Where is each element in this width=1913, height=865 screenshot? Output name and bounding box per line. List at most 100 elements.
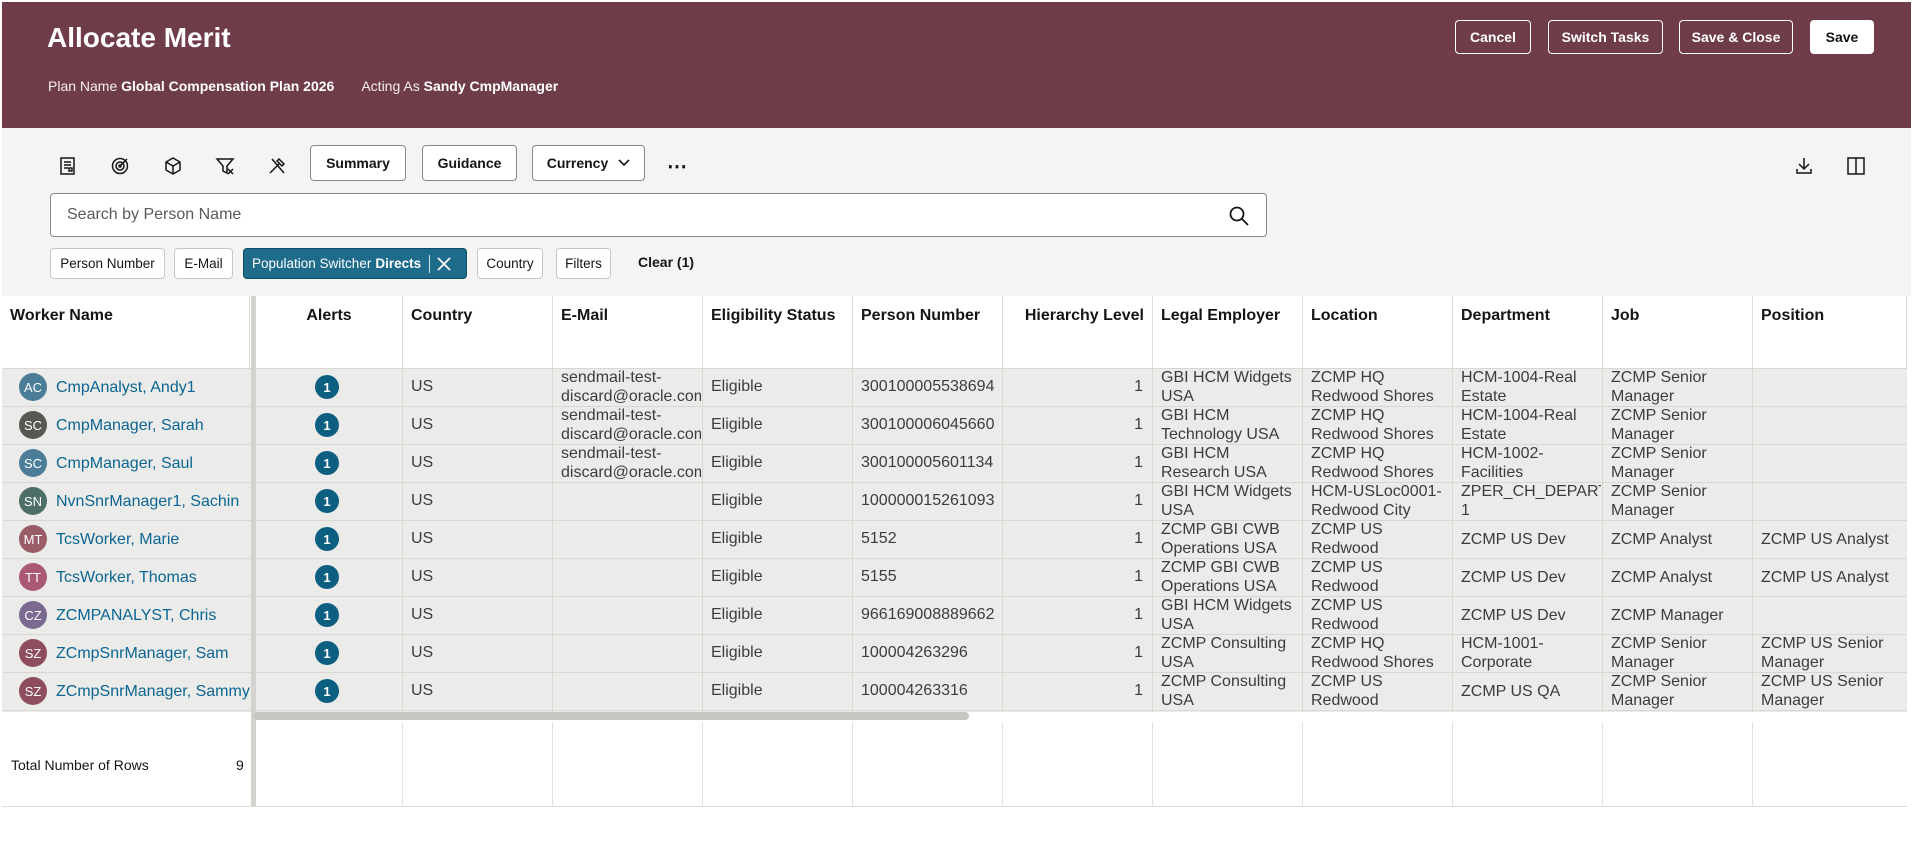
frozen-column-divider[interactable]	[251, 296, 256, 806]
column-header-person-number[interactable]: Person Number	[853, 296, 1003, 368]
filter-icon[interactable]	[210, 151, 240, 181]
alert-count-badge[interactable]: 1	[315, 527, 339, 551]
cell-person-number: 5152	[861, 530, 897, 547]
table-row[interactable]: AC CmpAnalyst, Andy1	[2, 368, 250, 406]
worker-name-link[interactable]: NvnSnrManager1, Sachin	[56, 492, 239, 511]
guidance-button[interactable]: Guidance	[422, 145, 517, 181]
cancel-button[interactable]: Cancel	[1455, 20, 1531, 54]
worker-name-link[interactable]: TcsWorker, Marie	[56, 530, 179, 549]
avatar: SZ	[19, 639, 47, 667]
clear-filters-link[interactable]: Clear (1)	[638, 254, 694, 270]
worker-name-link[interactable]: ZCmpSnrManager, Sam	[56, 644, 229, 663]
cell-position	[1761, 406, 1905, 444]
cell-legal-employer: GBI HCM Widgets USA	[1161, 483, 1292, 519]
alert-count-badge[interactable]: 1	[315, 565, 339, 589]
chip-person-number[interactable]: Person Number	[50, 248, 165, 279]
horizontal-scrollbar[interactable]	[253, 712, 969, 720]
alert-count-badge[interactable]: 1	[315, 413, 339, 437]
column-header-alerts[interactable]: Alerts	[256, 296, 403, 368]
plan-info: Plan Name Global Compensation Plan 2026 …	[48, 78, 558, 94]
cell-hierarchy-level: 1	[1134, 492, 1143, 509]
avatar: MT	[19, 525, 47, 553]
cell-country: US	[411, 644, 434, 661]
tools-icon[interactable]	[262, 151, 292, 181]
cell-job: ZCMP Senior Manager	[1611, 369, 1707, 405]
table-row[interactable]: CZ ZCMPANALYST, Chris	[2, 596, 250, 634]
table-row[interactable]: SZ ZCmpSnrManager, Sam	[2, 634, 250, 672]
column-header-email[interactable]: E-Mail	[553, 296, 703, 368]
column-header-eligibility-status[interactable]: Eligibility Status	[703, 296, 853, 368]
cell-legal-employer: ZCMP GBI CWB Operations USA	[1161, 521, 1280, 557]
cell-location: ZCMP US Redwood	[1311, 597, 1383, 633]
cell-email	[561, 596, 701, 634]
cell-location: HCM-USLoc0001-Redwood City	[1311, 483, 1442, 519]
table-row[interactable]: SZ ZCmpSnrManager, Sammy	[2, 672, 250, 710]
column-header-position[interactable]: Position	[1753, 296, 1907, 368]
currency-label: Currency	[546, 155, 609, 171]
avatar: SC	[19, 449, 47, 477]
cell-email	[561, 634, 701, 672]
save-and-close-button[interactable]: Save & Close	[1679, 20, 1793, 54]
alert-count-badge[interactable]: 1	[315, 451, 339, 475]
column-header-hierarchy-level[interactable]: Hierarchy Level	[1003, 296, 1153, 368]
table-row[interactable]: TT TcsWorker, Thomas	[2, 558, 250, 596]
worker-name-link[interactable]: CmpManager, Saul	[56, 454, 193, 473]
column-header-department[interactable]: Department	[1453, 296, 1603, 368]
chip-population-switcher-value: Directs	[375, 256, 422, 271]
search-field[interactable]	[50, 193, 1267, 237]
panel-split-icon[interactable]	[1841, 151, 1871, 181]
cell-job: ZCMP Analyst	[1611, 568, 1713, 586]
more-actions-icon[interactable]: ⋯	[662, 151, 692, 181]
column-header-legal-employer[interactable]: Legal Employer	[1153, 296, 1303, 368]
column-header-country[interactable]: Country	[403, 296, 553, 368]
cell-person-number: 100000015261093	[861, 492, 995, 509]
worker-name-link[interactable]: ZCmpSnrManager, Sammy	[56, 682, 250, 701]
column-header-location[interactable]: Location	[1303, 296, 1453, 368]
table-row[interactable]: SC CmpManager, Saul	[2, 444, 250, 482]
summary-button[interactable]: Summary	[310, 145, 406, 181]
plan-name-value: Global Compensation Plan 2026	[121, 78, 335, 94]
alert-count-badge[interactable]: 1	[315, 375, 339, 399]
column-header-job[interactable]: Job	[1603, 296, 1753, 368]
alert-count-badge[interactable]: 1	[315, 603, 339, 627]
remove-filter-icon[interactable]	[437, 256, 451, 271]
cell-legal-employer: ZCMP GBI CWB Operations USA	[1161, 559, 1280, 595]
worker-name-link[interactable]: TcsWorker, Thomas	[56, 568, 197, 587]
table-row[interactable]: SN NvnSnrManager1, Sachin	[2, 482, 250, 520]
cell-eligibility-status: Eligible	[711, 454, 763, 471]
search-icon[interactable]	[1228, 205, 1250, 227]
download-icon[interactable]	[1789, 151, 1819, 181]
total-rows-label: Total Number of Rows	[11, 757, 149, 773]
target-icon[interactable]	[105, 151, 135, 181]
worker-name-link[interactable]: ZCMPANALYST, Chris	[56, 606, 216, 625]
cell-hierarchy-level: 1	[1134, 568, 1143, 585]
cell-email: sendmail-test-discard@oracle.com	[561, 369, 701, 405]
search-input[interactable]	[67, 206, 1217, 224]
worker-name-link[interactable]: CmpManager, Sarah	[56, 416, 204, 435]
chip-country[interactable]: Country	[477, 248, 543, 279]
save-button[interactable]: Save	[1810, 20, 1874, 54]
page-title: Allocate Merit	[47, 22, 231, 53]
chip-filters[interactable]: Filters	[556, 248, 611, 279]
cell-position: ZCMP US Senior Manager	[1761, 635, 1884, 671]
alert-count-badge[interactable]: 1	[315, 641, 339, 665]
table-row[interactable]: MT TcsWorker, Marie	[2, 520, 250, 558]
switch-tasks-button[interactable]: Switch Tasks	[1548, 20, 1663, 54]
cell-person-number: 966169008889662	[861, 606, 995, 623]
cell-legal-employer: GBI HCM Widgets USA	[1161, 369, 1292, 405]
currency-dropdown[interactable]: Currency	[532, 145, 645, 181]
cell-legal-employer: GBI HCM Widgets USA	[1161, 597, 1292, 633]
worksheet-icon[interactable]	[53, 151, 83, 181]
alert-count-badge[interactable]: 1	[315, 489, 339, 513]
chip-email[interactable]: E-Mail	[174, 248, 233, 279]
cell-email	[561, 520, 701, 558]
cell-location: ZCMP US Redwood	[1311, 559, 1383, 595]
worker-name-link[interactable]: CmpAnalyst, Andy1	[56, 378, 196, 397]
cell-department: ZPER_CH_DEPARTMENT 1	[1461, 483, 1601, 519]
table-row[interactable]: SC CmpManager, Sarah	[2, 406, 250, 444]
cube-icon[interactable]	[158, 151, 188, 181]
chip-population-switcher[interactable]: Population Switcher Directs	[243, 248, 467, 279]
column-header-worker-name[interactable]: Worker Name	[2, 296, 250, 368]
alert-count-badge[interactable]: 1	[315, 679, 339, 703]
cell-person-number: 300100006045660	[861, 416, 995, 433]
